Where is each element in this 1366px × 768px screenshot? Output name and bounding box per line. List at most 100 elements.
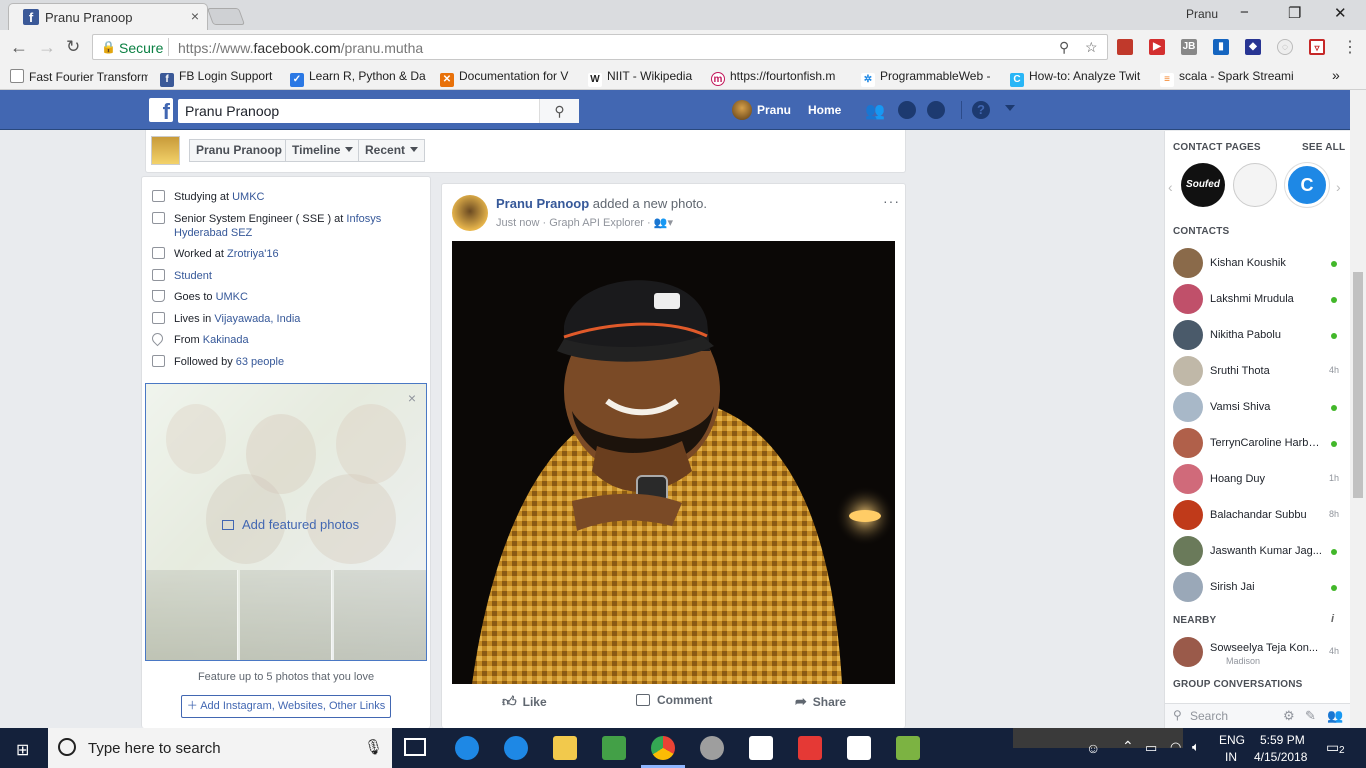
browser-tab[interactable]: f Pranu Pranoop × <box>8 3 208 30</box>
people-icon[interactable]: ☺ <box>1086 740 1100 756</box>
scrollbar-thumb[interactable] <box>1353 272 1363 498</box>
friend-requests-icon[interactable]: 👥 <box>865 101 885 121</box>
menu-icon[interactable]: ⋮ <box>1342 37 1358 57</box>
featured-photo-thumbnail[interactable] <box>240 570 332 660</box>
profile-name[interactable]: Pranu <box>1186 7 1218 21</box>
battery-icon[interactable]: ▭ <box>1145 740 1157 756</box>
extension-icon[interactable]: ◆ <box>1245 39 1261 55</box>
search-icon[interactable]: ⚲ <box>539 99 579 123</box>
avatar[interactable] <box>452 195 488 231</box>
contact-item[interactable]: Hoang Duy 1h <box>1173 464 1349 496</box>
intro-link[interactable]: 63 people <box>236 356 284 368</box>
extension-icon[interactable]: ◌ <box>1277 39 1293 55</box>
chevron-up-icon[interactable]: ⌃ <box>1122 738 1134 755</box>
intro-link[interactable]: Zrotriya'16 <box>227 248 279 260</box>
more-options-icon[interactable]: ··· <box>883 193 900 209</box>
language-indicator[interactable]: ENG <box>1219 733 1245 747</box>
help-icon[interactable]: ? <box>972 101 990 119</box>
zoom-icon[interactable]: ⚲ <box>1059 39 1069 56</box>
recent-dropdown-button[interactable]: Recent <box>358 139 426 162</box>
info-icon[interactable]: i <box>1331 613 1334 625</box>
minimize-button[interactable]: − <box>1240 4 1249 21</box>
audience-friends-icon[interactable]: 👥▾ <box>654 217 673 229</box>
featured-photo-thumbnail[interactable] <box>146 570 238 660</box>
intellij-icon[interactable] <box>798 736 822 760</box>
timeline-dropdown-button[interactable]: Timeline <box>285 139 361 162</box>
bookmark-item[interactable]: ✲ ProgrammableWeb - <box>861 69 997 87</box>
chevron-right-icon[interactable]: › <box>1336 179 1341 195</box>
avatar[interactable] <box>732 100 752 120</box>
comment-button[interactable]: Comment <box>636 693 712 707</box>
bookmark-item[interactable]: ✓ Learn R, Python & Da <box>290 69 427 87</box>
contact-item[interactable]: Balachandar Subbu 8h <box>1173 500 1349 532</box>
intro-link[interactable]: UMKC <box>232 191 264 203</box>
android-studio-icon[interactable] <box>896 736 920 760</box>
facebook-logo[interactable]: f <box>149 98 173 124</box>
page-scrollbar[interactable] <box>1350 90 1366 728</box>
contact-item[interactable]: Sirish Jai <box>1173 572 1349 604</box>
account-menu-chevron-down-icon[interactable] <box>1005 105 1015 111</box>
extension-icon[interactable]: ▮ <box>1213 39 1229 55</box>
extension-icon[interactable]: ▿ <box>1309 39 1325 55</box>
bookmark-item[interactable]: ≡ scala - Spark Streami <box>1160 69 1297 87</box>
volume-icon[interactable]: 🔈︎ <box>1192 739 1200 755</box>
tab-close-icon[interactable]: × <box>191 8 199 24</box>
chevron-left-icon[interactable]: ‹ <box>1168 179 1173 195</box>
notepad-icon[interactable] <box>749 736 773 760</box>
see-all-link[interactable]: SEE ALL <box>1302 142 1345 153</box>
add-links-button[interactable]: ＋ Add Instagram, Websites, Other Links <box>181 695 391 718</box>
featured-photo-thumbnail[interactable] <box>334 570 426 660</box>
reload-icon[interactable]: ↻ <box>66 37 80 57</box>
taskbar-search-input[interactable]: Type here to search 🎙︎ <box>48 728 392 768</box>
extension-icon[interactable]: ▶ <box>1149 39 1165 55</box>
intro-link[interactable]: UMKC <box>216 291 248 303</box>
bookmark-item[interactable]: C How-to: Analyze Twit <box>1010 69 1147 87</box>
add-featured-photos-link[interactable]: Add featured photos <box>222 517 359 532</box>
back-icon[interactable]: ← <box>10 37 28 58</box>
post-author-link[interactable]: Pranu Pranoop <box>496 196 589 211</box>
file-explorer-icon[interactable] <box>553 736 577 760</box>
post-app-link[interactable]: Graph API Explorer <box>549 217 644 229</box>
home-link[interactable]: Home <box>808 103 841 117</box>
share-button[interactable]: ➦ Share <box>795 693 846 710</box>
windows-start-icon[interactable]: ⊞ <box>16 740 29 760</box>
contact-page-avatar[interactable]: C <box>1285 163 1329 207</box>
bookmark-star-icon[interactable]: ☆ <box>1085 39 1098 56</box>
search-input[interactable]: Pranu Pranoop ⚲ <box>178 99 579 123</box>
url-text[interactable]: https://www.facebook.com/pranu.mutha <box>178 40 423 56</box>
spreadsheet-icon[interactable] <box>602 736 626 760</box>
bookmark-item[interactable]: ✕ Documentation for V <box>440 69 574 87</box>
intro-link[interactable]: Vijayawada, India <box>214 313 300 325</box>
safari-icon[interactable] <box>504 736 528 760</box>
new-message-icon[interactable]: ✎ <box>1305 708 1316 724</box>
forward-icon[interactable]: → <box>38 37 56 58</box>
bookmark-item[interactable]: Fast Fourier Transform <box>10 69 148 84</box>
close-window-button[interactable]: ✕ <box>1334 4 1347 22</box>
featured-photos-box[interactable]: × Add featured photos <box>145 383 427 661</box>
profile-name-button[interactable]: Pranu Pranoop <box>189 139 290 162</box>
edge-icon[interactable] <box>455 736 479 760</box>
contact-item[interactable]: Nikitha Pabolu <box>1173 320 1349 352</box>
bookmark-item[interactable]: m https://fourtonfish.m <box>711 69 848 86</box>
r-studio-icon[interactable] <box>700 736 724 760</box>
profile-link[interactable]: Pranu <box>757 103 791 117</box>
gear-icon[interactable]: ⚙ <box>1283 708 1295 724</box>
post-photo[interactable] <box>452 241 895 684</box>
wifi-icon[interactable]: ◠ <box>1170 739 1181 755</box>
contact-item[interactable]: TerrynCaroline Harba... <box>1173 428 1349 460</box>
new-group-icon[interactable]: 👥 <box>1327 708 1343 724</box>
task-view-icon[interactable] <box>404 738 426 756</box>
contact-item[interactable]: Sowseelya Teja Kon... Madison 4h <box>1173 637 1349 669</box>
address-bar[interactable]: 🔒 Secure https://www.facebook.com/pranu.… <box>92 34 1108 60</box>
avatar[interactable] <box>151 136 180 165</box>
post-timestamp[interactable]: Just now <box>496 217 539 229</box>
bookmark-item[interactable]: W NIIT - Wikipedia <box>588 69 700 87</box>
contact-item[interactable]: Lakshmi Mrudula <box>1173 284 1349 316</box>
contact-page-avatar[interactable] <box>1233 163 1277 207</box>
extension-icon[interactable] <box>1117 39 1133 55</box>
clock-time[interactable]: 5:59 PM <box>1260 733 1305 747</box>
notifications-globe-icon[interactable] <box>927 101 945 119</box>
contact-item[interactable]: Kishan Koushik <box>1173 248 1349 280</box>
mail-icon[interactable] <box>847 736 871 760</box>
contact-item[interactable]: Sruthi Thota 4h <box>1173 356 1349 388</box>
